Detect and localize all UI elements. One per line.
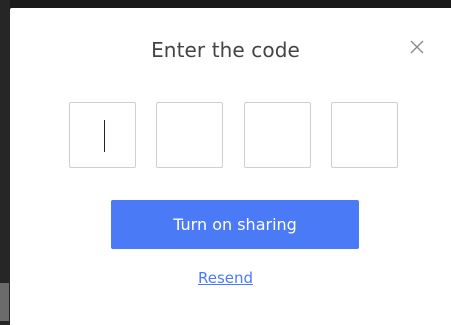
code-digit-3-input[interactable]	[244, 102, 311, 168]
resend-link[interactable]: Resend	[198, 269, 253, 287]
code-digit-4-input[interactable]	[331, 102, 398, 168]
code-digit-1-input[interactable]	[69, 102, 136, 168]
enter-code-dialog: Enter the code Turn on sharing Resend	[10, 8, 451, 325]
backdrop-top	[0, 0, 451, 8]
code-digit-2-input[interactable]	[156, 102, 223, 168]
close-button[interactable]	[406, 36, 428, 58]
text-caret	[104, 120, 105, 152]
resend-container: Resend	[0, 269, 451, 287]
dialog-title: Enter the code	[151, 38, 300, 62]
turn-on-sharing-button[interactable]: Turn on sharing	[111, 200, 359, 249]
backdrop-mark	[0, 283, 9, 321]
close-icon	[410, 40, 424, 54]
